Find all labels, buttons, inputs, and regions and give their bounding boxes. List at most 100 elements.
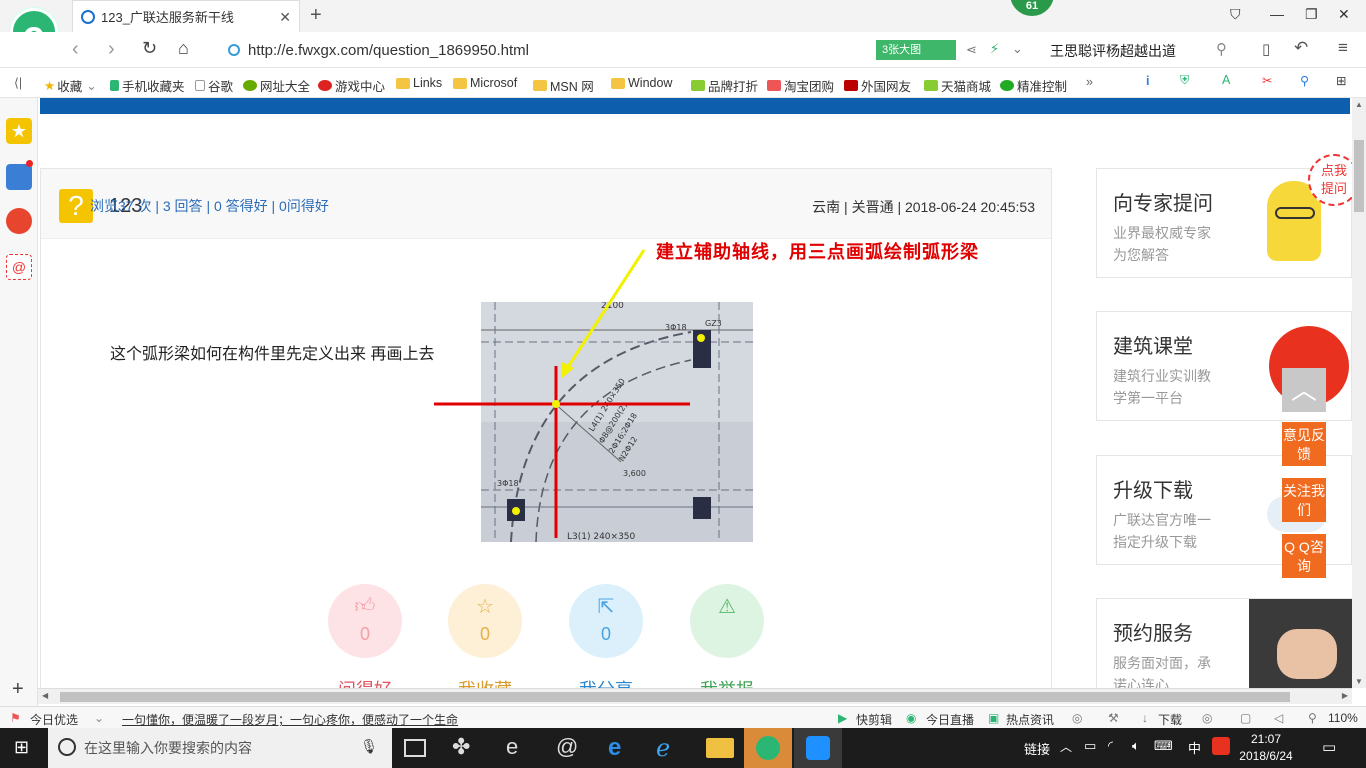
zoom-icon[interactable]: ⚲ xyxy=(1308,711,1317,725)
forward-button[interactable]: › xyxy=(108,38,115,61)
news-feed-icon[interactable] xyxy=(6,164,32,190)
horizontal-scrollbar[interactable]: ◀ ▶ xyxy=(38,688,1352,704)
magnifier-icon[interactable]: ⚲ xyxy=(1300,73,1309,88)
internet-explorer-icon[interactable]: ℯ xyxy=(656,734,684,762)
shirt-skin-icon[interactable]: ⛉ xyxy=(1230,6,1241,23)
menu-icon[interactable]: ≡ xyxy=(1338,38,1348,58)
minimize-button[interactable]: — xyxy=(1270,6,1284,22)
add-sidebar-icon[interactable]: + xyxy=(12,678,24,701)
fav-item[interactable]: Links xyxy=(396,76,442,90)
share-button[interactable]: ⇱ 0 xyxy=(569,584,643,658)
sogou-ime-icon[interactable] xyxy=(1212,737,1230,755)
video-edit-icon[interactable]: ▶ xyxy=(838,711,847,725)
download-icon[interactable]: ↓ xyxy=(1142,711,1148,725)
fav-item[interactable]: MSN 网 xyxy=(533,76,594,95)
taskbar-search-input[interactable]: 在这里输入你要搜索的内容 🎙︎ xyxy=(48,728,392,768)
shield-icon[interactable]: ⛨ xyxy=(1180,73,1189,88)
back-button[interactable]: ‹ xyxy=(72,38,79,61)
mobile-icon[interactable]: ▯ xyxy=(1262,40,1270,58)
task-view-icon[interactable] xyxy=(404,739,426,757)
back-to-top-button[interactable]: ︿ xyxy=(1282,368,1326,412)
fav-item[interactable]: 品牌打折 xyxy=(691,76,758,95)
notification-badge[interactable]: 61 xyxy=(1010,0,1054,16)
restore-button[interactable]: ❐ xyxy=(1305,6,1318,23)
daily-picks[interactable]: 今日优选 xyxy=(30,711,78,728)
scroll-left-icon[interactable]: ◀ xyxy=(42,691,48,700)
tools-icon[interactable]: ⚒ xyxy=(1108,711,1119,725)
share-icon[interactable]: ⋖ xyxy=(966,42,977,58)
status-item[interactable]: 快剪辑 xyxy=(856,711,892,728)
scroll-down-icon[interactable]: ▼ xyxy=(1355,677,1363,686)
pinwheel-app-icon[interactable]: ✤ xyxy=(452,734,480,762)
fav-item[interactable]: 谷歌 xyxy=(195,76,233,95)
news-ticker[interactable]: 一句懂你，便温暖了一段岁月；一句心疼你，便感动了一个生命 xyxy=(122,711,458,728)
search-icon[interactable]: ⚲ xyxy=(1216,40,1227,58)
report-label[interactable]: 我举报 xyxy=(677,676,777,688)
feedback-button[interactable]: 意见反馈 xyxy=(1282,422,1326,466)
active-browser-taskbar-item[interactable] xyxy=(744,728,792,768)
microphone-icon[interactable]: 🎙︎ xyxy=(360,738,378,755)
site-info-icon[interactable] xyxy=(228,44,240,56)
fav-item[interactable]: 网址大全 xyxy=(243,76,310,95)
fav-item[interactable]: Window xyxy=(611,76,672,90)
new-tab-button[interactable]: + xyxy=(310,4,322,27)
cleanup-icon[interactable]: ◎ xyxy=(1202,711,1212,725)
report-button[interactable]: ⚠ xyxy=(690,584,764,658)
favorite-button[interactable]: ☆ 0 xyxy=(448,584,522,658)
screenshot-icon[interactable]: ✂ xyxy=(1262,73,1272,88)
favorite-label[interactable]: 我收藏 xyxy=(435,676,535,688)
close-tab-icon[interactable]: ✕ xyxy=(279,9,291,26)
gift-icon[interactable]: ⚑ xyxy=(10,711,21,725)
window-icon[interactable]: ▢ xyxy=(1240,711,1251,725)
like-label[interactable]: 问得好 xyxy=(315,676,415,688)
ask-bubble[interactable]: 点我 提问 xyxy=(1308,154,1352,206)
scroll-right-icon[interactable]: ▶ xyxy=(1342,691,1348,700)
network-device-icon[interactable]: ▭ xyxy=(1084,738,1096,754)
follow-us-button[interactable]: 关注我们 xyxy=(1282,478,1326,522)
live-icon[interactable]: ◉ xyxy=(906,711,916,725)
scroll-up-icon[interactable]: ▲ xyxy=(1355,100,1363,109)
fav-item[interactable]: 精准控制 xyxy=(1000,76,1067,95)
horizontal-scroll-thumb[interactable] xyxy=(60,692,1290,702)
volume-icon[interactable]: 🔈︎ xyxy=(1132,738,1140,754)
like-button[interactable]: 👍︎ 0 xyxy=(328,584,402,658)
more-favorites-icon[interactable]: » xyxy=(1086,75,1093,89)
fav-item[interactable]: ★ 收藏 ⌄ xyxy=(44,76,97,95)
question-image[interactable]: 2100 3Φ18 GZ3 L4(1) 240×350 Φ8@200(2) 2Φ… xyxy=(481,302,753,542)
ime-indicator[interactable]: 中 xyxy=(1188,738,1201,757)
fav-item[interactable]: 外国网友 xyxy=(844,76,911,95)
home-icon[interactable]: ⌂ xyxy=(178,38,189,59)
email-icon[interactable]: @ xyxy=(6,254,32,280)
refresh-icon[interactable]: ↻ xyxy=(142,38,157,59)
search-suggestion[interactable]: 王思聪评杨超越出道 xyxy=(1050,41,1176,61)
qq-consult-button[interactable]: Q Q咨询 xyxy=(1282,534,1326,578)
translate-icon[interactable]: A xyxy=(1222,73,1230,87)
vertical-scrollbar[interactable]: ▲ ▼ xyxy=(1352,98,1366,688)
mute-icon[interactable]: ◁ xyxy=(1274,711,1283,725)
windows-start-icon[interactable]: ⊞ xyxy=(14,737,29,758)
hot-news-icon[interactable]: ▣ xyxy=(988,711,999,725)
notification-center-icon[interactable]: ▭ xyxy=(1322,738,1336,756)
fav-item[interactable]: 淘宝团购 xyxy=(767,76,834,95)
fav-item[interactable]: 游戏中心 xyxy=(318,76,385,95)
fav-item[interactable]: Microsof xyxy=(453,76,517,90)
fav-item[interactable]: 天猫商城 xyxy=(924,76,991,95)
chevron-down-icon[interactable]: ⌄ xyxy=(94,711,104,725)
big-image-button[interactable]: 3张大图 xyxy=(876,40,956,60)
undo-icon[interactable]: ↶ xyxy=(1294,38,1308,58)
wifi-icon[interactable]: ◜ xyxy=(1108,738,1113,754)
links-label[interactable]: 链接 xyxy=(1024,739,1050,758)
tray-expand-icon[interactable]: ︿ xyxy=(1060,738,1072,755)
status-item[interactable]: 今日直播 xyxy=(926,711,974,728)
sidebar-toggle-icon[interactable]: ⟨| xyxy=(14,75,22,90)
close-window-button[interactable]: ✕ xyxy=(1338,6,1350,23)
edge-browser-icon[interactable]: e xyxy=(608,734,636,762)
keyboard-icon[interactable]: ⌨ xyxy=(1154,738,1173,754)
status-item[interactable]: 下载 xyxy=(1158,711,1182,728)
chevron-down-icon[interactable]: ⌄ xyxy=(1012,41,1023,57)
tool-taskbar-item[interactable] xyxy=(794,728,842,768)
apps-grid-icon[interactable]: ⊞ xyxy=(1336,73,1346,88)
swirl-app-icon[interactable]: @ xyxy=(556,734,584,762)
weibo-icon[interactable] xyxy=(6,208,32,234)
file-explorer-icon[interactable] xyxy=(706,738,734,758)
